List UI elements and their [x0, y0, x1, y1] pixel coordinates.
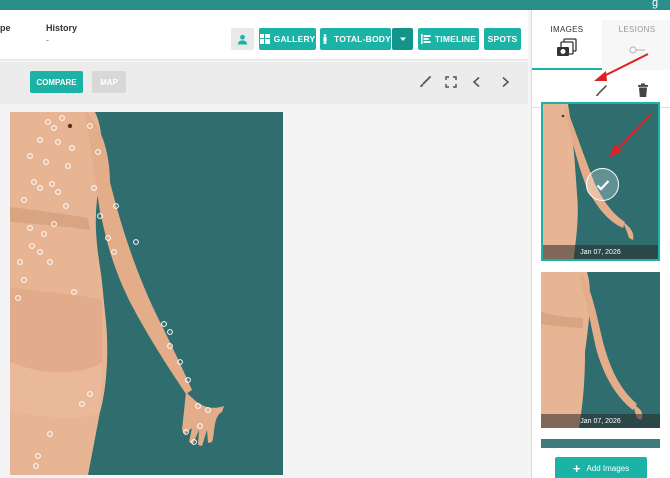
spots-label: SPOTS: [487, 34, 518, 44]
patient-body-photo[interactable]: [10, 112, 283, 475]
total-body-dropdown[interactable]: [392, 28, 413, 50]
trash-icon[interactable]: [636, 83, 650, 98]
tab-lesions-label: LESIONS: [618, 25, 656, 34]
timeline-label: TIMELINE: [434, 34, 477, 44]
compare-button[interactable]: COMPARE: [30, 71, 83, 93]
plus-icon: +: [572, 460, 581, 476]
top-app-bar: g: [0, 0, 670, 10]
tab-lesions[interactable]: LESIONS: [602, 20, 670, 70]
selected-check-icon: [586, 168, 619, 201]
images-sidebar: IMAGES LESIONS Jan 07, 2026 Jan 07, 2026…: [531, 10, 670, 478]
spots-button[interactable]: SPOTS: [484, 28, 521, 50]
total-body-label: TOTAL-BODY: [334, 34, 391, 44]
history-value: -: [46, 35, 49, 45]
chevron-left-icon[interactable]: [469, 74, 485, 90]
history-label: History: [46, 23, 78, 33]
gallery-button[interactable]: GALLERY: [259, 28, 316, 50]
chevron-right-icon[interactable]: [497, 74, 513, 90]
patient-header: pe History - GALLERY TOTAL-BODY TIMELINE…: [0, 10, 528, 60]
body-icon: [323, 34, 327, 44]
edit-brush-icon[interactable]: [417, 74, 433, 90]
timeline-button[interactable]: TIMELINE: [418, 28, 479, 50]
thumbnail-date-2: Jan 07, 2026: [541, 414, 660, 428]
thumbnail-date: Jan 07, 2026: [543, 245, 658, 259]
thumbnail-body-illustration-2: [541, 272, 660, 428]
image-thumbnail-selected[interactable]: Jan 07, 2026: [541, 102, 660, 261]
image-thumbnail[interactable]: Jan 07, 2026: [541, 272, 660, 428]
lesion-icon: [629, 46, 645, 54]
total-body-button[interactable]: TOTAL-BODY: [320, 28, 391, 50]
body-image-illustration: [10, 112, 283, 475]
image-thumbnail-partial[interactable]: [541, 439, 660, 448]
patient-profile-button[interactable]: [231, 28, 254, 50]
person-icon: [237, 34, 248, 45]
add-images-button[interactable]: + Add Images: [555, 457, 647, 478]
fullscreen-icon[interactable]: [443, 74, 459, 90]
add-images-label: Add Images: [586, 463, 630, 473]
photo-album-icon: [557, 38, 577, 56]
app-bar-icon[interactable]: g: [652, 0, 666, 9]
tab-images[interactable]: IMAGES: [532, 20, 602, 70]
map-button[interactable]: MAP: [92, 71, 126, 93]
image-toolbar: COMPARE MAP: [0, 62, 528, 104]
tab-images-label: IMAGES: [550, 25, 584, 34]
grid-icon: [259, 34, 270, 44]
timeline-icon: [420, 34, 431, 44]
caret-down-icon: [399, 37, 406, 41]
image-edit-icon[interactable]: [594, 84, 608, 98]
gallery-label: GALLERY: [273, 34, 316, 44]
type-label: pe: [0, 23, 11, 33]
